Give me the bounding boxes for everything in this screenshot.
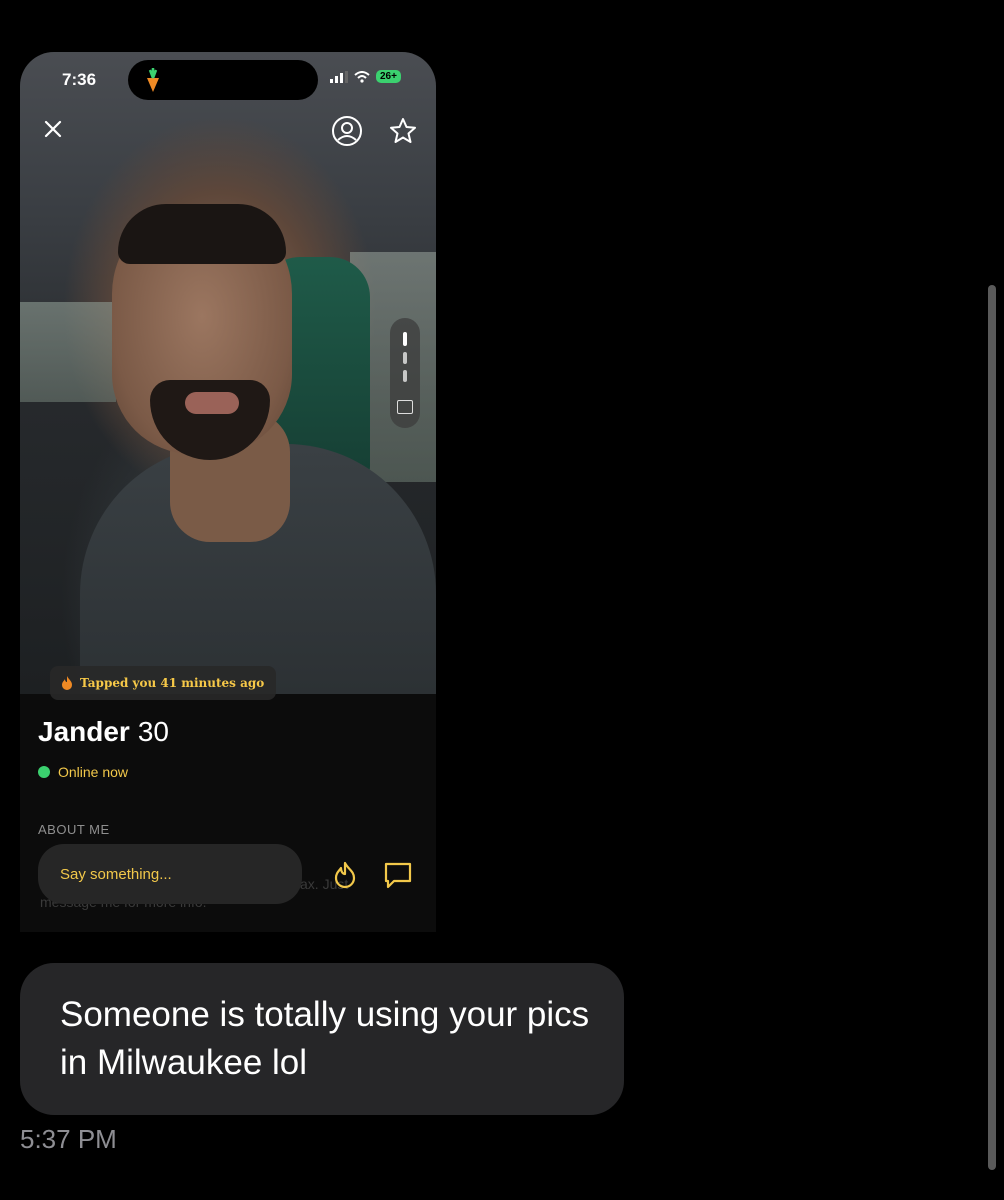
gallery-dot: [403, 370, 407, 382]
message-text: Someone is totally using your pics in Mi…: [60, 995, 590, 1082]
conversation-screen: 7:36 26+ Tapped you 41 minutes ago Jande…: [0, 0, 1004, 1200]
gallery-dot: [403, 352, 407, 364]
scrollbar[interactable]: [988, 285, 996, 1170]
chat-icon[interactable]: [382, 860, 414, 890]
tap-notice-text: Tapped you 41 minutes ago: [80, 676, 265, 690]
tap-notice-badge: Tapped you 41 minutes ago: [50, 666, 277, 700]
star-icon[interactable]: [388, 116, 418, 146]
photo-gallery-indicator[interactable]: [390, 318, 420, 428]
say-something-input[interactable]: Say something...: [38, 844, 302, 904]
carrot-icon: [147, 68, 159, 92]
name-age-row: Jander 30: [38, 716, 169, 748]
say-something-placeholder: Say something...: [60, 865, 172, 883]
message-timestamp: 5:37 PM: [20, 1124, 117, 1154]
profile-info: Jander30 Online now ABOUT ME ax. Just me…: [20, 694, 436, 932]
wifi-icon: [354, 70, 370, 83]
online-dot-icon: [38, 766, 50, 778]
profile-age: 30: [137, 716, 169, 747]
about-me-heading: ABOUT ME: [38, 822, 110, 837]
car-window-left: [20, 302, 116, 402]
profile-name: Jander: [38, 716, 130, 747]
gallery-icon: [397, 400, 413, 414]
status-icons: 26+: [330, 70, 401, 83]
status-time: 7:36: [62, 70, 97, 89]
flame-icon: [62, 676, 72, 690]
shared-screenshot[interactable]: 7:36 26+ Tapped you 41 minutes ago Jande…: [20, 52, 436, 932]
hair: [118, 204, 286, 264]
battery-icon: 26+: [376, 70, 401, 83]
gallery-dot: [403, 332, 407, 346]
online-status: Online now: [38, 764, 128, 780]
profile-circle-icon[interactable]: [330, 114, 364, 148]
online-status-text: Online now: [58, 764, 129, 780]
close-icon[interactable]: [42, 118, 64, 140]
tap-flame-icon[interactable]: [330, 860, 360, 890]
mouth: [185, 392, 239, 414]
profile-toolbar: [20, 112, 436, 152]
signal-icon: [330, 70, 348, 83]
message-bubble[interactable]: Someone is totally using your pics in Mi…: [20, 963, 624, 1115]
dynamic-island: [128, 60, 318, 100]
status-bar: 7:36 26+: [20, 52, 436, 112]
